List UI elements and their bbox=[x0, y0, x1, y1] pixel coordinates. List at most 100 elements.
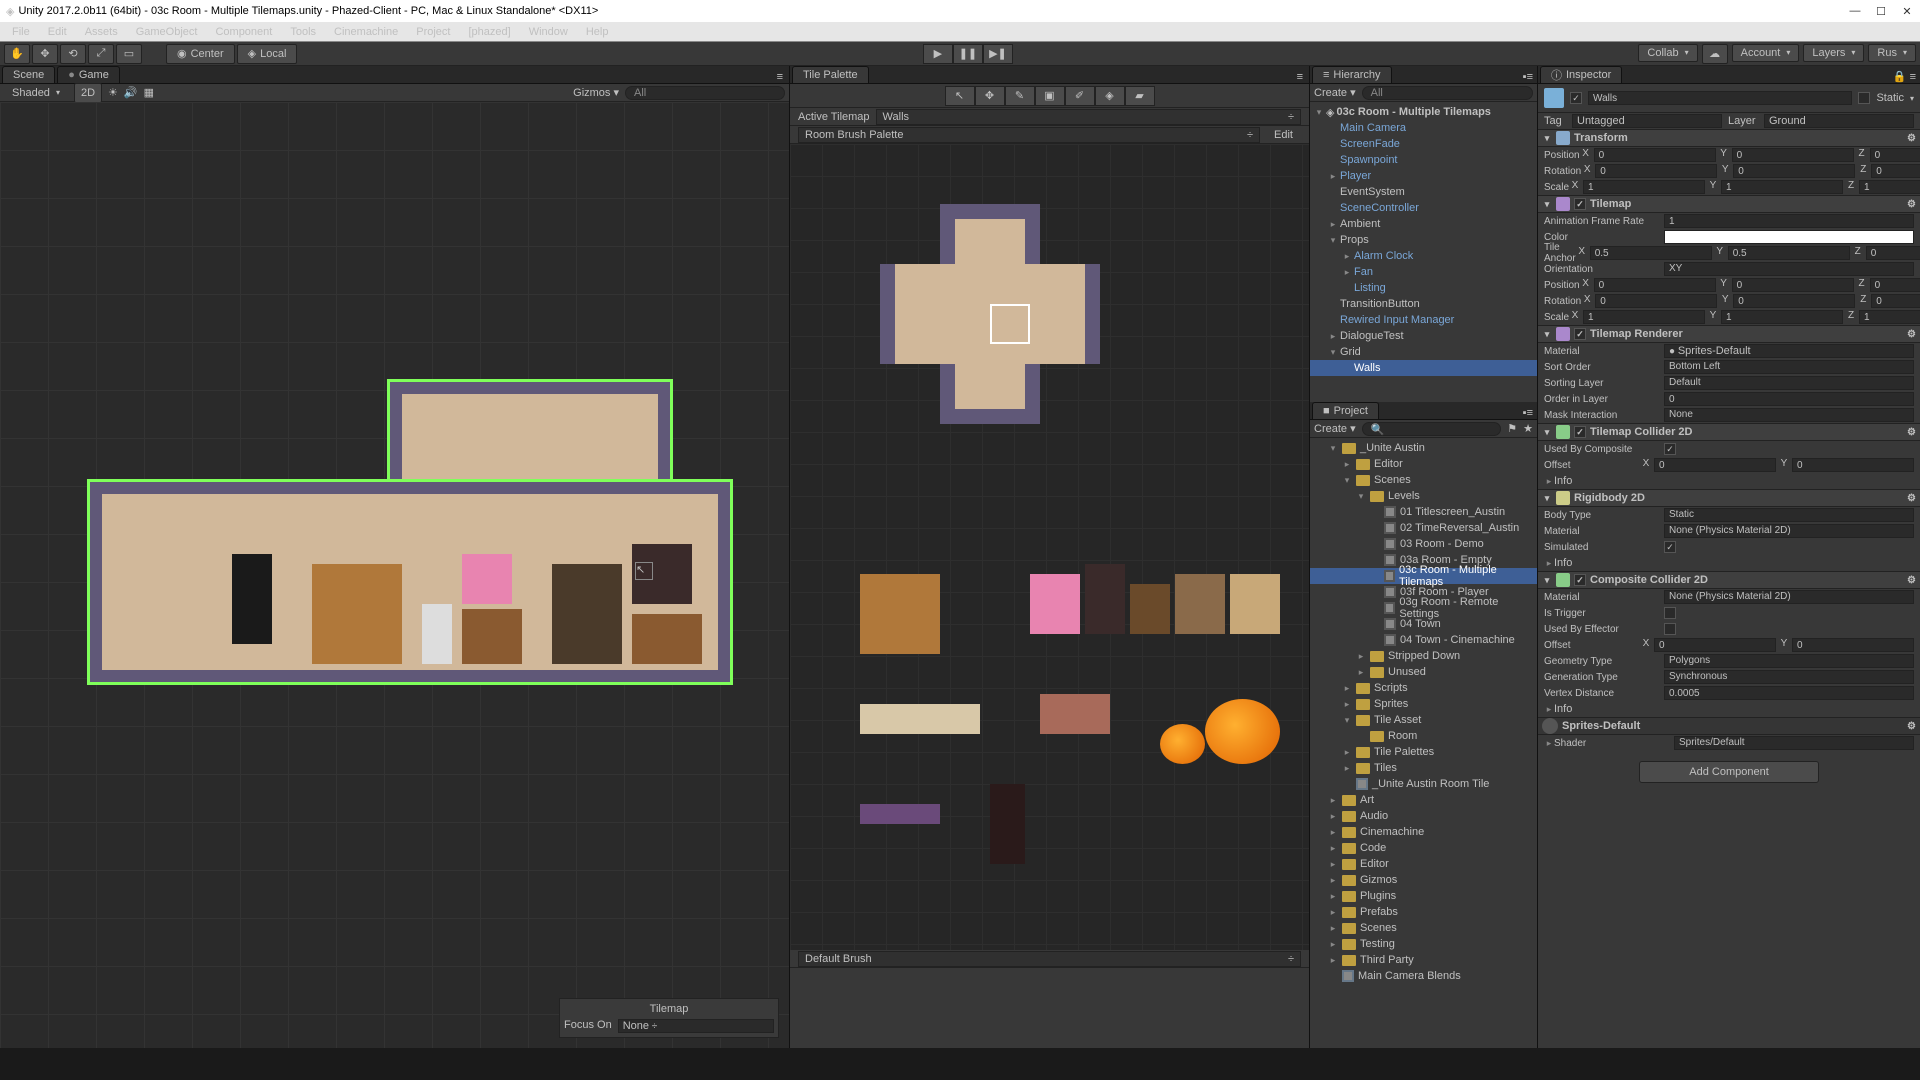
collab-dropdown[interactable]: Collab bbox=[1638, 44, 1697, 62]
maximize-button[interactable]: ☐ bbox=[1874, 4, 1888, 18]
eraser-tool[interactable]: ◈ bbox=[1095, 86, 1125, 106]
pause-button[interactable]: ❚❚ bbox=[953, 44, 983, 64]
anchor-x[interactable] bbox=[1590, 246, 1712, 260]
mask-dropdown[interactable]: None bbox=[1664, 408, 1914, 422]
layer-dropdown[interactable]: Ground bbox=[1764, 114, 1914, 128]
filter-icon[interactable]: ⚑ bbox=[1507, 422, 1517, 435]
scale-x[interactable] bbox=[1583, 180, 1705, 194]
rect-tool[interactable]: ▭ bbox=[116, 44, 142, 64]
edit-button[interactable]: Edit bbox=[1266, 129, 1301, 141]
tilemap-header[interactable]: ▾Tilemap⚙ bbox=[1538, 195, 1920, 213]
cc-material-field[interactable]: None (Physics Material 2D) bbox=[1664, 590, 1914, 604]
pos-z[interactable] bbox=[1870, 148, 1920, 162]
hierarchy-item[interactable]: Main Camera bbox=[1310, 120, 1537, 136]
vertexdistance-field[interactable] bbox=[1664, 686, 1914, 700]
bodytype-dropdown[interactable]: Static bbox=[1664, 508, 1914, 522]
hierarchy-item[interactable]: ▸Fan bbox=[1310, 264, 1537, 280]
project-item[interactable]: 04 Town bbox=[1310, 616, 1537, 632]
project-item[interactable]: 03c Room - Multiple Tilemaps bbox=[1310, 568, 1537, 584]
panel-menu-icon[interactable]: ▪≡ bbox=[1519, 71, 1537, 83]
active-checkbox[interactable] bbox=[1570, 92, 1582, 104]
rot-x[interactable] bbox=[1595, 164, 1717, 178]
space-toggle[interactable]: ◈ Local bbox=[237, 44, 298, 64]
sortorder-dropdown[interactable]: Bottom Left bbox=[1664, 360, 1914, 374]
hierarchy-item[interactable]: ▸Ambient bbox=[1310, 216, 1537, 232]
close-button[interactable]: ✕ bbox=[1900, 4, 1914, 18]
pos-x[interactable] bbox=[1594, 148, 1716, 162]
project-item[interactable]: ▸ Stripped Down bbox=[1310, 648, 1537, 664]
shading-dropdown[interactable]: Shaded bbox=[4, 84, 68, 102]
project-item[interactable]: ▾ Levels bbox=[1310, 488, 1537, 504]
scale-y[interactable] bbox=[1721, 180, 1843, 194]
project-item[interactable]: ▸ Testing bbox=[1310, 936, 1537, 952]
active-tilemap-dropdown[interactable]: Walls÷ bbox=[876, 109, 1301, 125]
fill-tool[interactable]: ▰ bbox=[1125, 86, 1155, 106]
scale-z[interactable] bbox=[1859, 180, 1920, 194]
add-component-button[interactable]: Add Component bbox=[1639, 761, 1819, 783]
picker-tool[interactable]: ✐ bbox=[1065, 86, 1095, 106]
tab-project[interactable]: ■ Project bbox=[1312, 402, 1379, 419]
sortinglayer-dropdown[interactable]: Default bbox=[1664, 376, 1914, 390]
shader-dropdown[interactable]: Sprites/Default bbox=[1674, 736, 1914, 750]
menu-project[interactable]: Project bbox=[408, 24, 458, 40]
project-create[interactable]: Create ▾ bbox=[1314, 422, 1356, 435]
pivot-toggle[interactable]: ◉ Center bbox=[166, 44, 235, 64]
project-search[interactable]: 🔍 bbox=[1362, 422, 1502, 436]
project-item[interactable]: Main Camera Blends bbox=[1310, 968, 1537, 984]
step-button[interactable]: ▶❚ bbox=[983, 44, 1013, 64]
project-item[interactable]: ▸ Sprites bbox=[1310, 696, 1537, 712]
color-field[interactable] bbox=[1664, 230, 1914, 244]
hierarchy-item[interactable]: Walls bbox=[1310, 360, 1537, 376]
anchor-y[interactable] bbox=[1728, 246, 1850, 260]
object-name-field[interactable] bbox=[1588, 91, 1852, 105]
audio-icon[interactable]: 🔊 bbox=[124, 86, 138, 99]
hierarchy-item[interactable]: ▸DialogueTest bbox=[1310, 328, 1537, 344]
menu-cinemachine[interactable]: Cinemachine bbox=[326, 24, 406, 40]
menu-component[interactable]: Component bbox=[207, 24, 280, 40]
tag-dropdown[interactable]: Untagged bbox=[1572, 114, 1722, 128]
hierarchy-create[interactable]: Create ▾ bbox=[1314, 86, 1356, 99]
renderer-header[interactable]: ▾Tilemap Renderer⚙ bbox=[1538, 325, 1920, 343]
hierarchy-item[interactable]: EventSystem bbox=[1310, 184, 1537, 200]
brush-dropdown[interactable]: Default Brush÷ bbox=[798, 951, 1301, 967]
box-tool[interactable]: ▣ bbox=[1035, 86, 1065, 106]
hierarchy-item[interactable]: Spawnpoint bbox=[1310, 152, 1537, 168]
collider-header[interactable]: ▾Tilemap Collider 2D⚙ bbox=[1538, 423, 1920, 441]
project-item[interactable]: ▸ Scripts bbox=[1310, 680, 1537, 696]
palette-dropdown[interactable]: Room Brush Palette÷ bbox=[798, 127, 1260, 143]
cc-off-y[interactable] bbox=[1792, 638, 1914, 652]
usedbycomposite-checkbox[interactable] bbox=[1664, 443, 1676, 455]
project-item[interactable]: ▸ Editor bbox=[1310, 856, 1537, 872]
menu-assets[interactable]: Assets bbox=[77, 24, 126, 40]
rot-z[interactable] bbox=[1871, 164, 1920, 178]
tab-game[interactable]: ● Game bbox=[57, 66, 120, 83]
layers-dropdown[interactable]: Layers bbox=[1803, 44, 1864, 62]
project-item[interactable]: 02 TimeReversal_Austin bbox=[1310, 520, 1537, 536]
project-item[interactable]: ▸ Cinemachine bbox=[1310, 824, 1537, 840]
account-dropdown[interactable]: Account bbox=[1732, 44, 1800, 62]
layout-dropdown[interactable]: Rus bbox=[1868, 44, 1916, 62]
hierarchy-item[interactable]: ▸Alarm Clock bbox=[1310, 248, 1537, 264]
generation-dropdown[interactable]: Synchronous bbox=[1664, 670, 1914, 684]
palette-viewport[interactable] bbox=[790, 144, 1309, 950]
project-item[interactable]: ▾ Scenes bbox=[1310, 472, 1537, 488]
composite-header[interactable]: ▾Composite Collider 2D⚙ bbox=[1538, 571, 1920, 589]
menu-edit[interactable]: Edit bbox=[40, 24, 75, 40]
scene-viewport[interactable]: ↖ Tilemap Focus On None ÷ bbox=[0, 102, 789, 1048]
tab-scene[interactable]: Scene bbox=[2, 66, 55, 83]
panel-menu-icon[interactable]: ▪≡ bbox=[1519, 407, 1537, 419]
project-item[interactable]: 03g Room - Remote Settings bbox=[1310, 600, 1537, 616]
project-item[interactable]: ▸ Third Party bbox=[1310, 952, 1537, 968]
hierarchy-item[interactable]: ▾Props bbox=[1310, 232, 1537, 248]
menu-gameobject[interactable]: GameObject bbox=[128, 24, 206, 40]
menu-phazed[interactable]: [phazed] bbox=[460, 24, 518, 40]
os-taskbar[interactable] bbox=[0, 1048, 1920, 1080]
project-item[interactable]: ▸ Audio bbox=[1310, 808, 1537, 824]
hierarchy-item[interactable]: ▾Grid bbox=[1310, 344, 1537, 360]
static-checkbox[interactable] bbox=[1858, 92, 1870, 104]
cloud-button[interactable]: ☁ bbox=[1702, 44, 1728, 64]
hierarchy-item[interactable]: Rewired Input Manager bbox=[1310, 312, 1537, 328]
afr-field[interactable] bbox=[1664, 214, 1914, 228]
mode-2d-toggle[interactable]: 2D bbox=[74, 83, 102, 103]
info-foldout[interactable]: Info bbox=[1554, 703, 1572, 715]
